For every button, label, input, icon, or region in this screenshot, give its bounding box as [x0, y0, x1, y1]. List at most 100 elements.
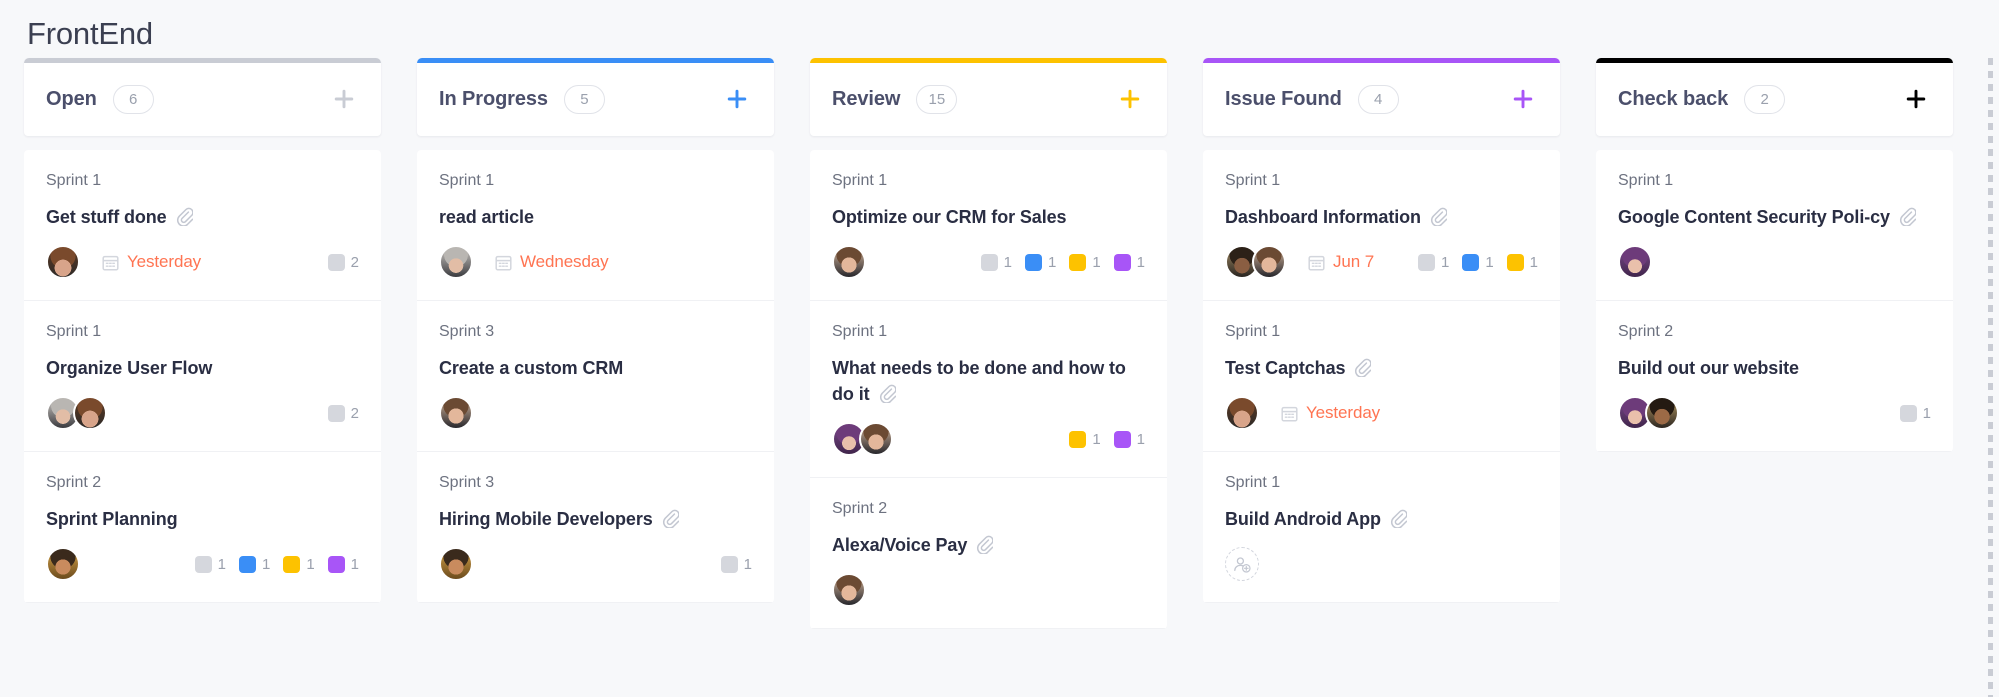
avatar[interactable]: [46, 245, 80, 279]
card-sprint-label: Sprint 3: [439, 323, 495, 340]
tag-color-swatch: [194, 555, 212, 573]
task-card[interactable]: Sprint 3 Hiring Mobile Developers 1: [417, 452, 774, 603]
add-task-button[interactable]: [1903, 86, 1929, 112]
tag-badge[interactable]: 1: [980, 253, 1012, 271]
due-date[interactable]: Jun 7: [1308, 252, 1374, 272]
task-card[interactable]: Sprint 1 Optimize our CRM for Sales 1 1 1 1: [810, 150, 1167, 301]
card-sprint-label: Sprint 1: [1225, 323, 1281, 340]
tag-count: 1: [1136, 253, 1145, 271]
tag-badge[interactable]: 1: [720, 555, 752, 573]
tag-color-swatch: [327, 404, 345, 422]
task-card[interactable]: Sprint 1 What needs to be done and how to…: [810, 301, 1167, 478]
task-card[interactable]: Sprint 3 Create a custom CRM: [417, 301, 774, 452]
board-column: Issue Found 4 Sprint 1 Dashboard Informatio…: [1179, 58, 1572, 697]
tag-badge[interactable]: 2: [327, 253, 359, 271]
task-card[interactable]: Sprint 1 read article Wednesday: [417, 150, 774, 301]
column-title[interactable]: Review: [832, 88, 900, 111]
due-date[interactable]: Wednesday: [495, 252, 609, 272]
tag-badge[interactable]: 1: [238, 555, 270, 573]
card-title[interactable]: Organize User Flow: [46, 358, 212, 378]
card-title[interactable]: Build Android App: [1225, 509, 1381, 529]
card-meta-row: 1 1 1 1: [832, 244, 1145, 280]
task-card[interactable]: Sprint 1 Dashboard Information Jun 7 1 1 1: [1203, 150, 1560, 301]
tag-badge[interactable]: 1: [283, 555, 315, 573]
card-title-row: Hiring Mobile Developers: [439, 506, 752, 532]
paperclip-icon: [662, 509, 679, 528]
assignee-avatars: [1225, 396, 1259, 430]
task-card[interactable]: Sprint 1 Organize User Flow 2: [24, 301, 381, 452]
column-header: Review 15: [810, 58, 1167, 136]
tag-badge[interactable]: 1: [1113, 430, 1145, 448]
tag-badge[interactable]: 1: [1899, 404, 1931, 422]
avatar[interactable]: [832, 245, 866, 279]
card-title[interactable]: Test Captchas: [1225, 358, 1346, 378]
card-title-row: Test Captchas: [1225, 355, 1538, 381]
tag-color-swatch: [238, 555, 256, 573]
tag-badge[interactable]: 1: [1069, 253, 1101, 271]
card-title[interactable]: read article: [439, 207, 534, 227]
avatar[interactable]: [439, 547, 473, 581]
task-card[interactable]: Sprint 2 Alexa/Voice Pay: [810, 478, 1167, 629]
task-card[interactable]: Sprint 2 Build out our website 1: [1596, 301, 1953, 452]
column-title[interactable]: Issue Found: [1225, 88, 1342, 111]
avatar[interactable]: [73, 396, 107, 430]
card-tags: 1 1 1 1: [967, 253, 1145, 271]
card-title[interactable]: Get stuff done: [46, 207, 167, 227]
card-tags: 2: [314, 253, 359, 271]
task-card[interactable]: Sprint 1 Build Android App: [1203, 452, 1560, 603]
column-title[interactable]: Open: [46, 88, 97, 111]
card-title[interactable]: Alexa/Voice Pay: [832, 535, 967, 555]
card-title[interactable]: Optimize our CRM for Sales: [832, 207, 1067, 227]
card-meta-row: 1: [439, 546, 752, 582]
avatar[interactable]: [439, 396, 473, 430]
card-title[interactable]: Build out our website: [1618, 358, 1799, 378]
avatar[interactable]: [1618, 245, 1652, 279]
task-card[interactable]: Sprint 1 Test Captchas Yesterday: [1203, 301, 1560, 452]
tag-badge[interactable]: 1: [1417, 253, 1449, 271]
avatar[interactable]: [1645, 396, 1679, 430]
avatar[interactable]: [859, 422, 893, 456]
tag-badge[interactable]: 1: [1113, 253, 1145, 271]
column-drop-indicator: [1988, 58, 1993, 697]
card-title[interactable]: Google Content Security Poli-cy: [1618, 207, 1890, 227]
card-title[interactable]: Dashboard Information: [1225, 207, 1421, 227]
column-title[interactable]: In Progress: [439, 88, 548, 111]
card-title-row: What needs to be done and how to do it: [832, 355, 1145, 407]
tag-badge[interactable]: 2: [327, 404, 359, 422]
assignee-avatars: [1225, 547, 1259, 581]
task-card[interactable]: Sprint 1 Google Content Security Poli-cy: [1596, 150, 1953, 301]
card-title[interactable]: What needs to be done and how to do it: [832, 358, 1126, 404]
avatar[interactable]: [439, 245, 473, 279]
kanban-board: FrontEnd Open 6 Sprint 1 Get stuff done Yest…: [0, 0, 1999, 697]
due-date[interactable]: Yesterday: [1281, 403, 1380, 423]
avatar[interactable]: [832, 573, 866, 607]
card-title[interactable]: Sprint Planning: [46, 509, 178, 529]
add-task-button[interactable]: [331, 86, 357, 112]
card-meta-row: 2: [46, 395, 359, 431]
add-task-button[interactable]: [1117, 86, 1143, 112]
task-card[interactable]: Sprint 1 Get stuff done Yesterday 2: [24, 150, 381, 301]
column-title[interactable]: Check back: [1618, 88, 1728, 111]
add-person-icon[interactable]: [1225, 547, 1259, 581]
tag-badge[interactable]: 1: [194, 555, 226, 573]
tag-color-swatch: [980, 253, 998, 271]
tag-color-swatch: [1024, 253, 1042, 271]
card-title[interactable]: Create a custom CRM: [439, 358, 623, 378]
plus-icon: [1905, 88, 1927, 110]
tag-badge[interactable]: 1: [1462, 253, 1494, 271]
assignee-avatars: [1618, 245, 1652, 279]
tag-badge[interactable]: 1: [327, 555, 359, 573]
tag-badge[interactable]: 1: [1069, 430, 1101, 448]
add-task-button[interactable]: [724, 86, 750, 112]
card-title[interactable]: Hiring Mobile Developers: [439, 509, 653, 529]
avatar[interactable]: [46, 547, 80, 581]
tag-badge[interactable]: 1: [1506, 253, 1538, 271]
task-card[interactable]: Sprint 2 Sprint Planning 1 1 1 1: [24, 452, 381, 603]
tag-badge[interactable]: 1: [1024, 253, 1056, 271]
avatar[interactable]: [1225, 396, 1259, 430]
due-date[interactable]: Yesterday: [102, 252, 201, 272]
avatar[interactable]: [1252, 245, 1286, 279]
assignee-avatars: [46, 396, 107, 430]
add-task-button[interactable]: [1510, 86, 1536, 112]
paperclip-icon: [1390, 509, 1407, 528]
